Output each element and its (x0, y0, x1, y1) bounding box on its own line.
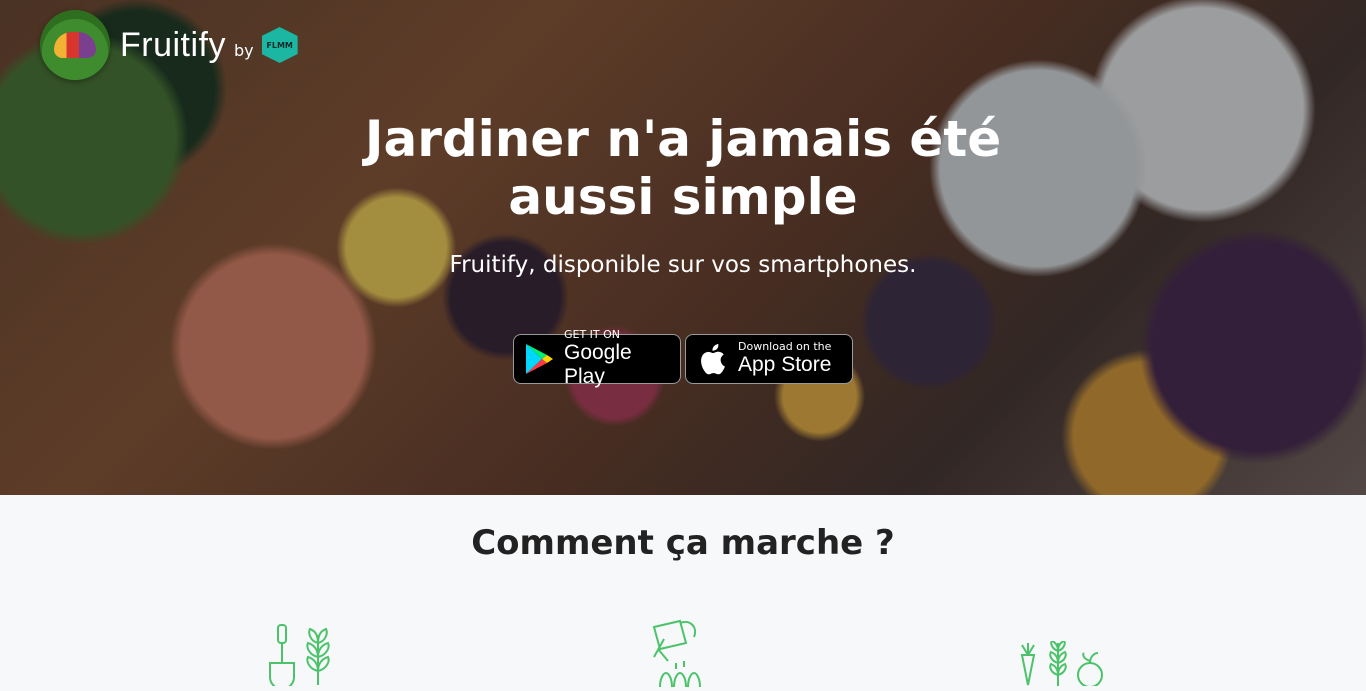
app-store-label: App Store (738, 353, 832, 376)
flmm-logo-text: FLMM (266, 40, 293, 50)
google-play-button[interactable]: GET IT ON Google Play (513, 329, 681, 388)
app-store-button[interactable]: Download on the App Store (685, 334, 853, 384)
fruitify-logo[interactable] (40, 10, 110, 80)
hero-title: Jardiner n'a jamais été aussi simple (364, 110, 1002, 226)
how-it-works-title: Comment ça marche ? (471, 523, 895, 563)
harvest-vegetables-icon (1016, 639, 1108, 690)
fruit-basket-icon (54, 32, 96, 58)
google-play-small: GET IT ON (563, 328, 621, 341)
google-play-label: Google Play (563, 341, 632, 388)
watering-can-icon (648, 617, 712, 691)
flmm-logo[interactable]: FLMM (261, 27, 298, 63)
brand-by-label: by (234, 40, 254, 60)
apple-icon (694, 343, 730, 375)
hero-content: Jardiner n'a jamais été aussi simple Fru… (0, 110, 1366, 388)
hero-banner: Fruitify by FLMM Jardiner n'a jamais été… (0, 0, 1366, 495)
hero-subtitle: Fruitify, disponible sur vos smartphones… (449, 252, 917, 278)
brand-header[interactable]: Fruitify by FLMM (40, 10, 298, 80)
app-store-small: Download on the (738, 340, 832, 353)
brand-name: Fruitify (120, 25, 226, 64)
how-it-works-section: Comment ça marche ? (0, 495, 1366, 690)
store-buttons: GET IT ON Google Play Download on the Ap… (0, 329, 1366, 388)
google-play-icon (522, 343, 556, 375)
garden-tools-icon (262, 623, 342, 690)
